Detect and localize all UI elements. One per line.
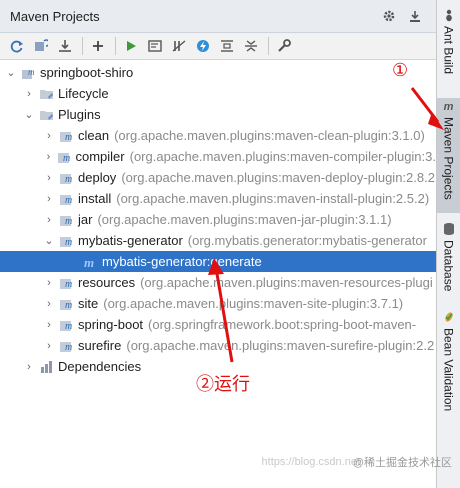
annotation-step-one: ① xyxy=(392,60,409,80)
annotation-step-two: ②运行 xyxy=(196,374,250,394)
annotation-arrows xyxy=(208,87,444,363)
watermark-site: @稀土掘金技术社区 xyxy=(352,457,452,469)
arrow-to-goal xyxy=(214,267,234,363)
watermark-url: https://blog.csdn.net xyxy=(261,456,360,468)
arrow-head xyxy=(208,258,224,275)
arrow-head xyxy=(428,112,444,130)
